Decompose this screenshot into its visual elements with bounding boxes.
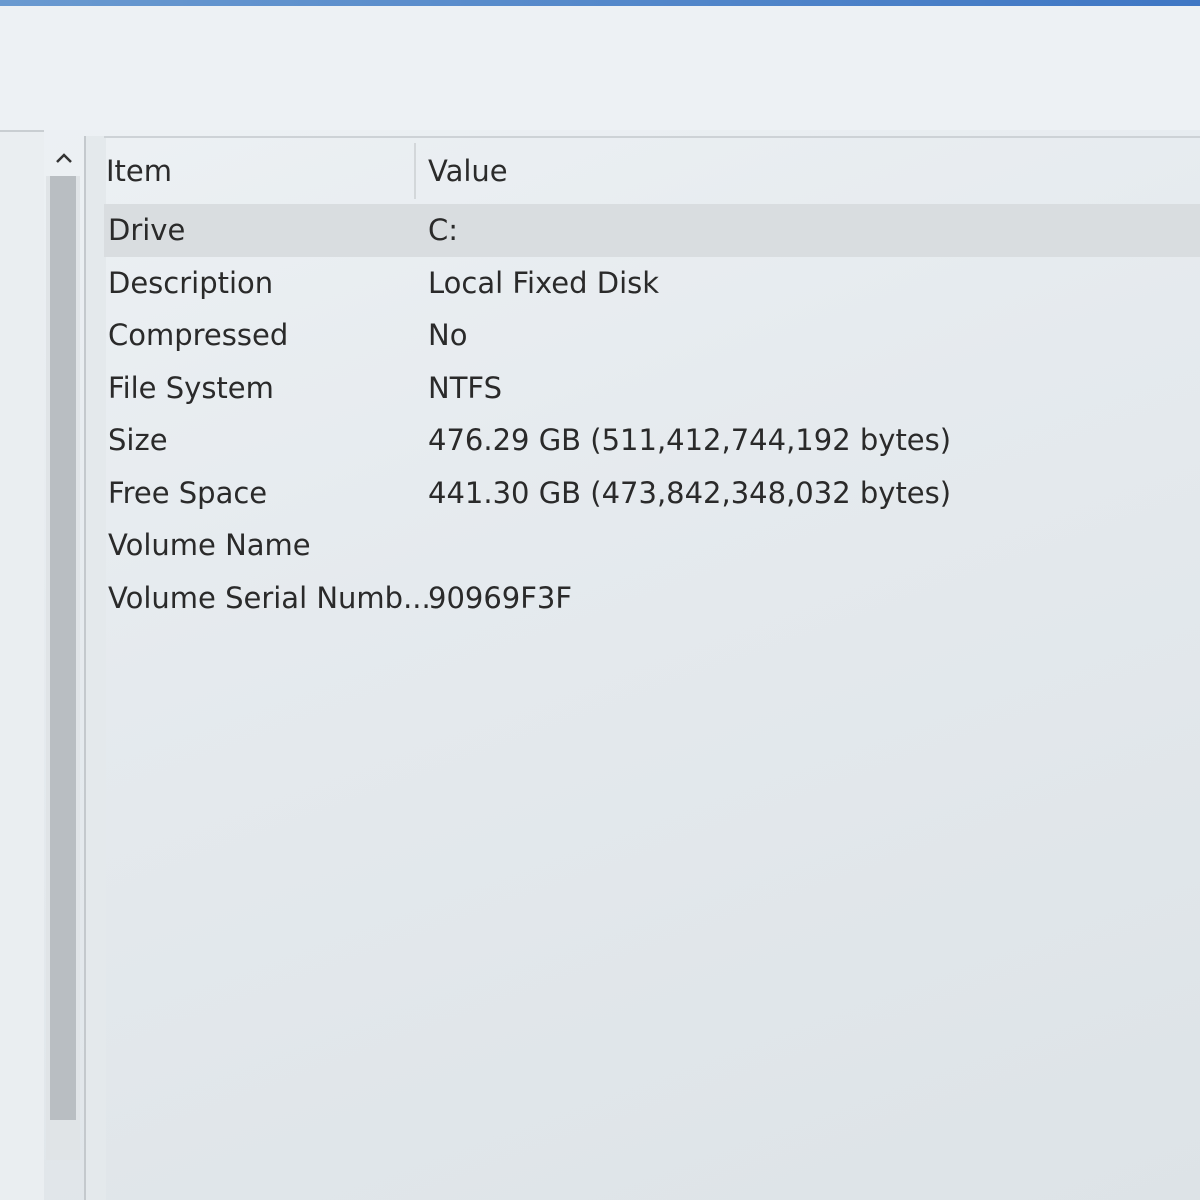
row-item: Free Space xyxy=(108,475,268,510)
table-row[interactable]: Volume Name xyxy=(104,519,1200,572)
row-value: NTFS xyxy=(428,370,502,405)
row-value: 90969F3F xyxy=(428,580,573,615)
row-value: Local Fixed Disk xyxy=(428,265,660,300)
row-item: File System xyxy=(108,370,274,405)
pane-splitter[interactable] xyxy=(84,136,106,1200)
table-row[interactable]: Description Local Fixed Disk xyxy=(104,257,1200,310)
row-item: Description xyxy=(108,265,274,300)
row-value: 441.30 GB (473,842,348,032 bytes) xyxy=(428,475,952,510)
table-row[interactable]: Compressed No xyxy=(104,309,1200,362)
details-list: Item Value Drive C: Description Local Fi… xyxy=(104,136,1200,1200)
row-item: Compressed xyxy=(108,318,289,353)
row-item: Size xyxy=(108,423,168,458)
row-value: 476.29 GB (511,412,744,192 bytes) xyxy=(428,423,952,458)
scrollbar-track[interactable] xyxy=(46,176,80,1160)
table-row[interactable]: Drive C: xyxy=(104,204,1200,257)
category-scrollbar[interactable] xyxy=(44,136,82,1200)
row-item: Drive xyxy=(108,213,186,248)
table-row[interactable]: File System NTFS xyxy=(104,362,1200,415)
scrollbar-thumb[interactable] xyxy=(50,176,76,1120)
row-item: Volume Serial Numb... xyxy=(108,580,428,615)
table-row[interactable]: Size 476.29 GB (511,412,744,192 bytes) xyxy=(104,414,1200,467)
category-pane xyxy=(0,130,44,1200)
column-header-item[interactable]: Item xyxy=(104,154,414,188)
table-row[interactable]: Free Space 441.30 GB (473,842,348,032 by… xyxy=(104,467,1200,520)
row-value: No xyxy=(428,318,468,353)
column-header-value[interactable]: Value xyxy=(416,154,1200,188)
system-info-window: Item Value Drive C: Description Local Fi… xyxy=(0,0,1200,1200)
row-value: C: xyxy=(428,213,459,248)
toolbar-area xyxy=(0,6,1200,130)
table-row[interactable]: Volume Serial Numb... 90969F3F xyxy=(104,572,1200,625)
list-header: Item Value xyxy=(104,138,1200,204)
chevron-up-icon[interactable] xyxy=(52,144,76,172)
row-item: Volume Name xyxy=(108,528,311,563)
